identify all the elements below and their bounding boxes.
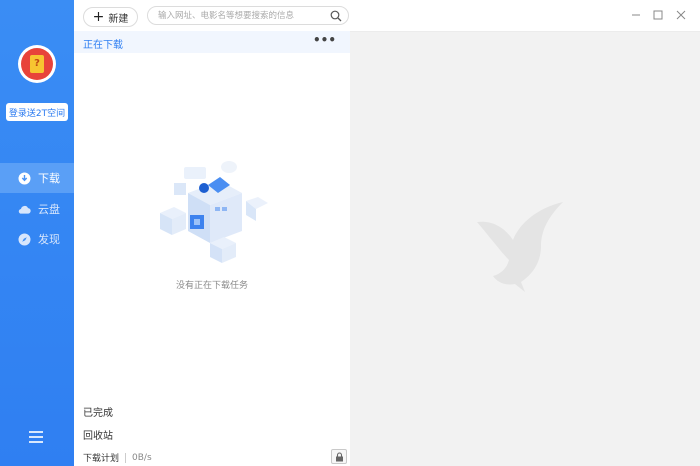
lock-icon	[335, 451, 343, 461]
login-button[interactable]: 登录送2T空间	[6, 103, 68, 121]
avatar[interactable]: ?	[18, 45, 56, 83]
lock-button[interactable]	[331, 449, 347, 464]
sidebar-item-download[interactable]: 下载	[0, 163, 74, 193]
divider	[125, 452, 127, 463]
trash-link[interactable]: 回收站	[83, 427, 113, 442]
completed-link[interactable]: 已完成	[83, 404, 113, 419]
new-task-button[interactable]: + 新建	[83, 7, 138, 27]
sidebar: ? 登录送2T空间 下载 云盘 发现	[0, 0, 74, 466]
sidebar-item-cloud[interactable]: 云盘	[0, 194, 74, 224]
sidebar-item-discover[interactable]: 发现	[0, 224, 74, 254]
gift-icon: ?	[30, 55, 44, 73]
search-box	[147, 6, 349, 25]
compass-icon	[18, 233, 31, 246]
downloading-section-header: 正在下载 •••	[74, 31, 350, 53]
download-plan-label: 下载计划	[83, 454, 120, 464]
search-icon[interactable]	[330, 10, 342, 22]
cloud-icon	[18, 203, 31, 216]
sidebar-item-label: 下载	[38, 172, 60, 185]
sidebar-item-label: 云盘	[38, 203, 60, 216]
minimize-icon[interactable]	[630, 9, 642, 21]
toolbar: + 新建	[74, 0, 700, 32]
download-plan[interactable]: 下载计划 0B/s	[83, 451, 152, 464]
bird-logo-icon	[477, 202, 563, 292]
search-input[interactable]	[158, 9, 323, 22]
more-options-icon[interactable]: •••	[313, 33, 336, 47]
sidebar-item-label: 发现	[38, 233, 60, 246]
maximize-icon[interactable]	[652, 9, 664, 21]
empty-state-text: 没有正在下载任务	[175, 281, 248, 291]
menu-icon[interactable]	[29, 431, 43, 443]
new-task-label: 新建	[108, 13, 129, 25]
section-title: 正在下载	[83, 40, 123, 51]
plus-icon: +	[92, 9, 105, 25]
download-icon	[18, 172, 31, 185]
avatar-image: ?	[21, 48, 53, 80]
close-icon[interactable]	[675, 9, 687, 21]
speed-readout: 0B/s	[132, 452, 152, 463]
empty-boxes-illustration	[160, 161, 268, 263]
